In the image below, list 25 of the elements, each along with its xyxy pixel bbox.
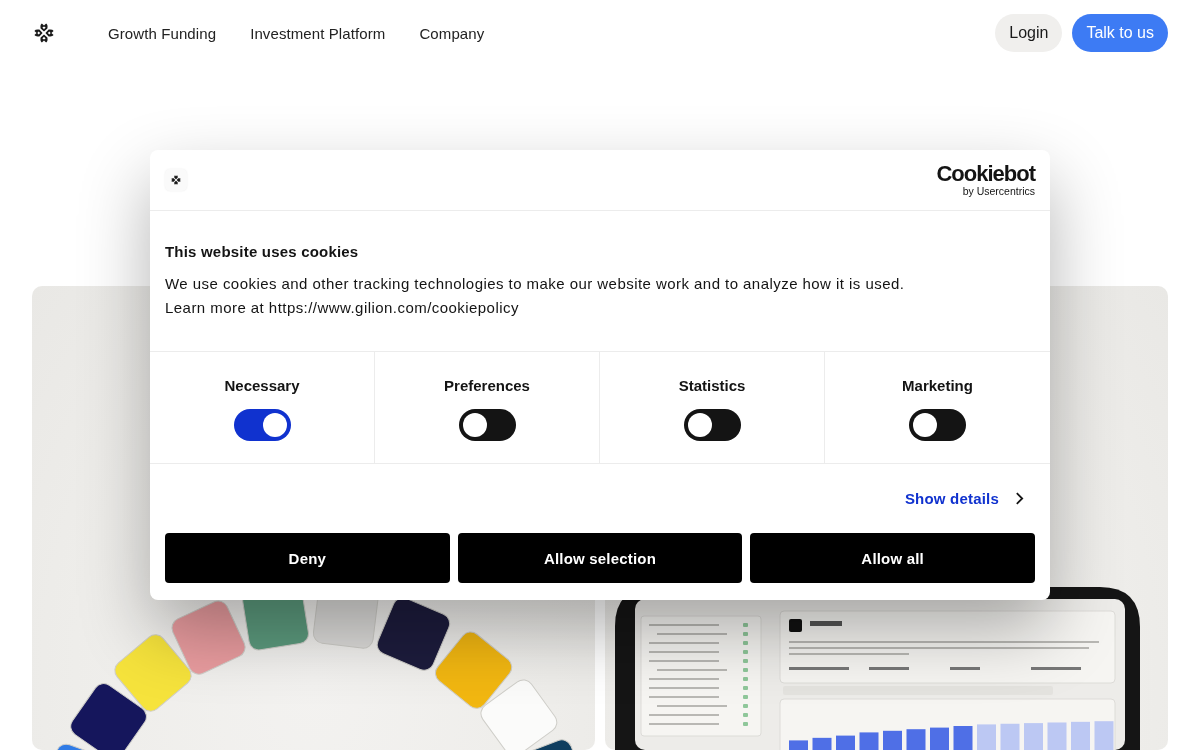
login-button[interactable]: Login — [995, 14, 1063, 52]
consent-button[interactable]: Allow selection — [457, 533, 743, 583]
show-details-link[interactable]: Show details — [904, 490, 1024, 507]
category-label: Statistics — [678, 377, 746, 395]
dialog-title: This website uses cookies — [165, 242, 360, 262]
nav-link[interactable]: Growth Funding — [108, 24, 217, 42]
toggle-switch[interactable] — [458, 409, 516, 441]
snowflake-logo-icon — [165, 169, 187, 191]
toggle-switch[interactable] — [233, 409, 291, 441]
dialog-text: We use cookies and other tracking technologies to make our website work and to analyze how it is used. — [165, 274, 906, 294]
category-label: Necessary — [224, 377, 300, 395]
snowflake-logo-icon[interactable] — [32, 21, 56, 45]
brand-name: Cookiebot — [936, 163, 1035, 186]
category-label: Preferences — [444, 377, 530, 395]
brand-byline: by Usercentrics — [962, 186, 1035, 197]
nav-link[interactable]: Company — [419, 24, 485, 42]
consent-button[interactable]: Allow all — [750, 533, 1035, 583]
dialog-text: Learn more at https://www.gilion.com/cookiepolicy — [165, 298, 520, 318]
chevron-right-icon — [1015, 491, 1024, 506]
consent-button[interactable]: Deny — [165, 533, 450, 583]
toggle-switch[interactable] — [909, 409, 966, 441]
category-label: Marketing — [902, 377, 973, 395]
nav-link[interactable]: Investment Platform — [250, 24, 386, 42]
talk-to-us-button[interactable]: Talk to us — [1072, 14, 1168, 52]
toggle-switch[interactable] — [683, 409, 741, 441]
